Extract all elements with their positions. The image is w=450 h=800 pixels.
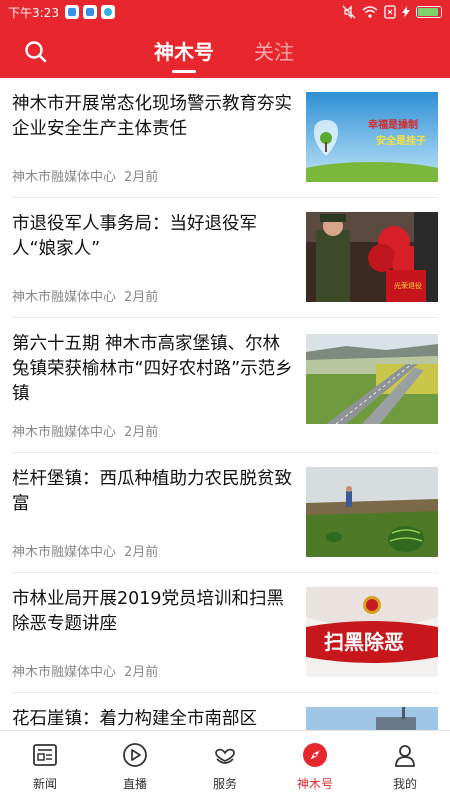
list-item[interactable]: 神木市开展常态化现场警示教育夯实企业安全生产主体责任 神木市融媒体中心 2月前 幸…: [12, 78, 438, 198]
battery-icon: [416, 6, 442, 18]
list-item[interactable]: 市退役军人事务局：当好退役军人“娘家人” 神木市融媒体中心 2月前 光荣退役: [12, 198, 438, 318]
tab-shenmu-hao-nav[interactable]: 神木号: [270, 731, 360, 800]
tab-label: 新闻: [32, 777, 57, 791]
article-thumbnail: 光荣退役: [306, 212, 438, 302]
tab-label: 我的: [392, 777, 417, 791]
bottom-tab-bar: 新闻 直播 服务 神木号 我的: [0, 730, 450, 800]
thumbnail-caption: 光荣退役: [394, 281, 422, 290]
list-item[interactable]: 花石崖镇：着力构建全市南部区: [12, 693, 438, 730]
wifi-icon: [362, 6, 378, 18]
tab-shenmu-hao[interactable]: 神木号: [154, 36, 214, 65]
list-item[interactable]: 市林业局开展2019党员培训和扫黑除恶专题讲座 神木市融媒体中心 2月前 扫黑除恶: [12, 573, 438, 693]
article-time: 2月前: [124, 290, 159, 305]
article-meta: 神木市融媒体中心 2月前: [12, 661, 158, 680]
article-title: 神木市开展常态化现场警示教育夯实企业安全生产主体责任: [12, 94, 292, 139]
notification-app-icon: [82, 5, 97, 19]
tab-follow[interactable]: 关注: [254, 36, 294, 65]
article-source: 神木市融媒体中心: [12, 665, 117, 680]
active-tab-indicator: [172, 70, 196, 73]
sim-icon: [384, 5, 396, 19]
tab-service[interactable]: 服务: [180, 731, 270, 800]
tab-mine[interactable]: 我的: [360, 731, 450, 800]
article-thumbnail: [306, 467, 438, 557]
article-meta: 神木市融媒体中心 2月前: [12, 166, 158, 185]
tab-label: 直播: [122, 777, 147, 791]
article-time: 2月前: [124, 170, 159, 185]
article-time: 2月前: [124, 545, 159, 560]
article-meta: 神木市融媒体中心 2月前: [12, 541, 158, 560]
notification-app-icon: [100, 5, 115, 19]
status-time: 下午3:23: [8, 5, 59, 20]
tab-label: 神木号: [296, 777, 333, 791]
thumbnail-caption: 扫黑除恶: [324, 630, 404, 654]
list-item[interactable]: 栏杆堡镇：西瓜种植助力农民脱贫致富 神木市融媒体中心 2月前: [12, 453, 438, 573]
news-icon: [33, 744, 57, 766]
search-button[interactable]: [22, 38, 50, 66]
article-thumbnail: [306, 707, 438, 730]
thumbnail-caption: 幸福是操制: [368, 118, 418, 131]
mute-icon: [342, 5, 356, 19]
article-title: 第六十五期 神木市高家堡镇、尔林兔镇荣获榆林市“四好农村路”示范乡镇: [12, 334, 293, 404]
tab-label: 服务: [212, 777, 237, 791]
article-time: 2月前: [124, 665, 159, 680]
article-thumbnail: [306, 334, 438, 424]
article-source: 神木市融媒体中心: [12, 545, 117, 560]
notification-app-icon: [64, 5, 79, 19]
charging-icon: [402, 6, 410, 18]
article-title: 市林业局开展2019党员培训和扫黑除恶专题讲座: [12, 589, 285, 634]
play-icon: [123, 743, 147, 767]
list-item[interactable]: 第六十五期 神木市高家堡镇、尔林兔镇荣获榆林市“四好农村路”示范乡镇 神木市融媒…: [12, 318, 438, 453]
user-icon: [395, 745, 415, 767]
article-source: 神木市融媒体中心: [12, 425, 117, 440]
compass-icon: [303, 743, 327, 767]
thumbnail-caption: 安全是挂子: [376, 134, 426, 147]
article-thumbnail: 扫黑除恶: [306, 587, 438, 677]
article-title: 栏杆堡镇：西瓜种植助力农民脱贫致富: [12, 469, 292, 514]
article-title: 花石崖镇：着力构建全市南部区: [12, 709, 257, 729]
article-thumbnail: 幸福是操制 安全是挂子: [306, 92, 438, 182]
status-bar: 下午3:23: [0, 0, 450, 24]
tab-live[interactable]: 直播: [90, 731, 180, 800]
news-feed[interactable]: 神木市开展常态化现场警示教育夯实企业安全生产主体责任 神木市融媒体中心 2月前 幸…: [0, 78, 450, 730]
article-meta: 神木市融媒体中心 2月前: [12, 286, 158, 305]
article-source: 神木市融媒体中心: [12, 290, 117, 305]
article-title: 市退役军人事务局：当好退役军人“娘家人”: [12, 214, 257, 259]
service-icon: [215, 748, 235, 764]
article-meta: 神木市融媒体中心 2月前: [12, 421, 158, 440]
top-nav: 神木号 关注: [0, 24, 450, 78]
article-time: 2月前: [124, 425, 159, 440]
tab-news[interactable]: 新闻: [0, 731, 90, 800]
search-icon: [25, 41, 47, 63]
article-source: 神木市融媒体中心: [12, 170, 117, 185]
